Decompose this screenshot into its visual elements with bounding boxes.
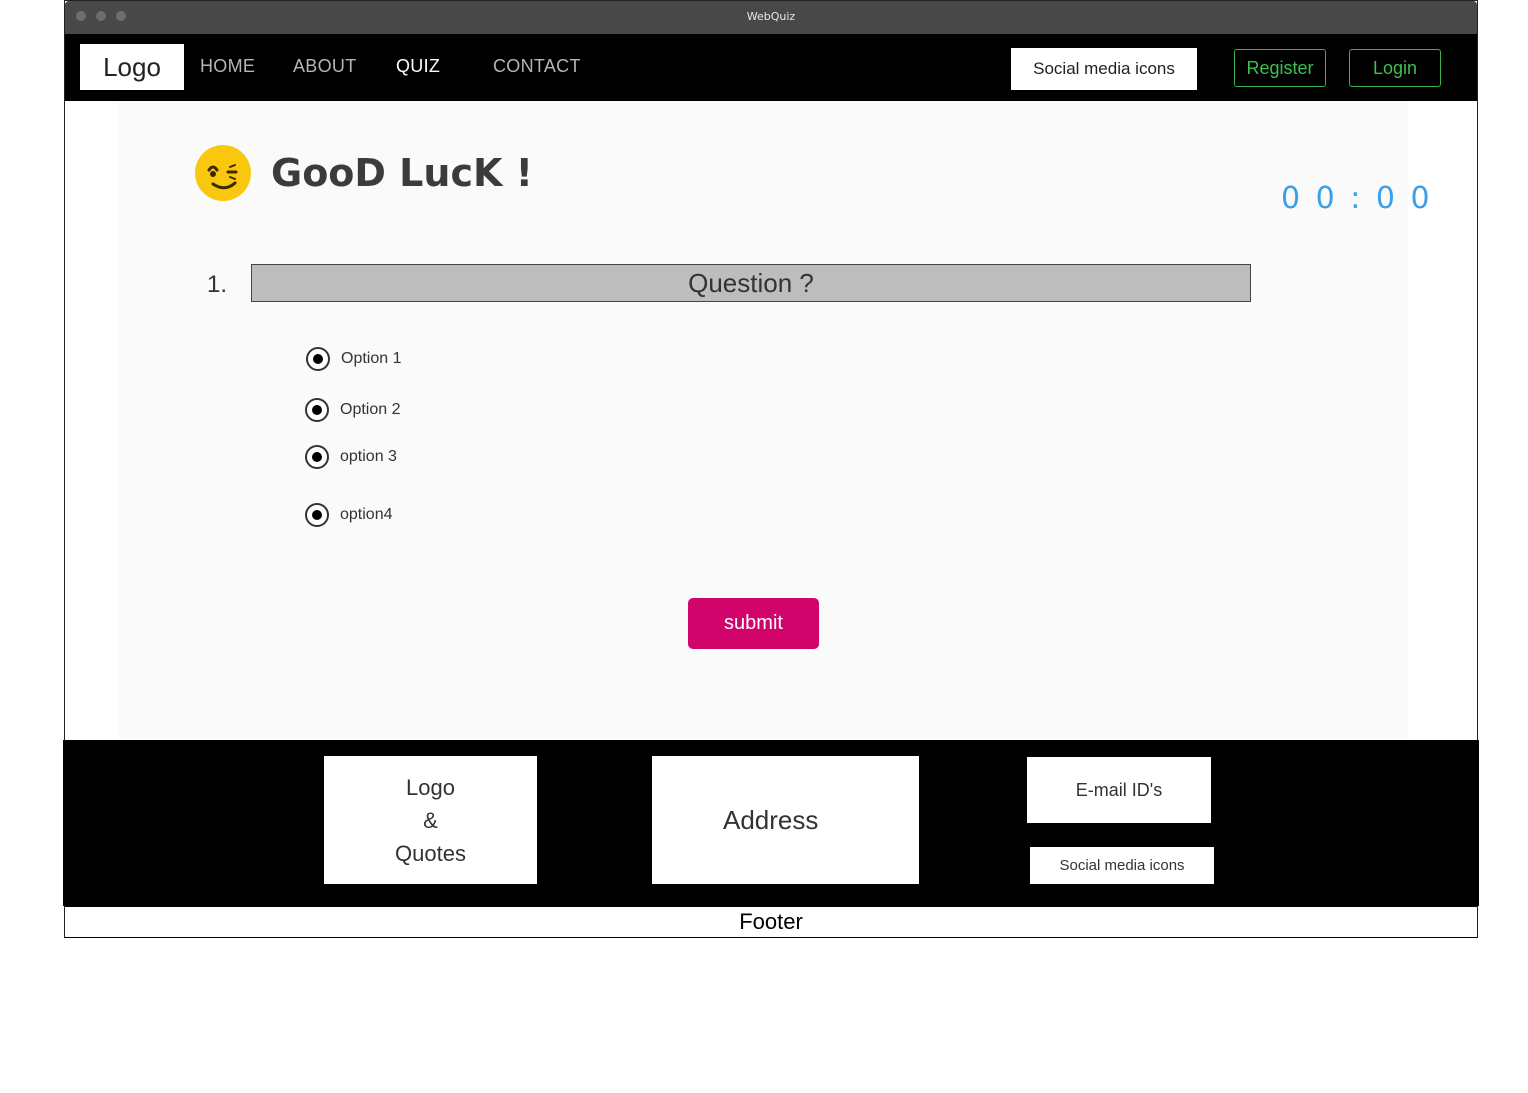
option-label: Option 2 bbox=[340, 401, 401, 418]
title-bar: WebQuiz bbox=[65, 1, 1477, 34]
option-label: option 3 bbox=[340, 448, 397, 465]
option-label: Option 1 bbox=[341, 350, 402, 367]
social-media-icons-header[interactable]: Social media icons bbox=[1011, 48, 1197, 90]
radio-button-icon[interactable] bbox=[305, 445, 329, 469]
footer-logo-text: Logo bbox=[406, 774, 455, 800]
radio-button-icon[interactable] bbox=[305, 503, 329, 527]
radio-button-icon[interactable] bbox=[306, 347, 330, 371]
login-button[interactable]: Login bbox=[1349, 49, 1441, 87]
quiz-timer: 0 0 : 0 0 bbox=[1281, 181, 1433, 216]
nav-link-contact[interactable]: CONTACT bbox=[493, 56, 581, 77]
option-label: option4 bbox=[340, 506, 393, 523]
footer-social-media-icons[interactable]: Social media icons bbox=[1030, 847, 1214, 884]
question-number: 1. bbox=[207, 271, 228, 298]
nav-logo[interactable]: Logo bbox=[80, 44, 184, 90]
footer-logo-quotes: Logo & Quotes bbox=[324, 756, 537, 884]
nav-link-quiz[interactable]: QUIZ bbox=[396, 56, 440, 77]
nav-link-home[interactable]: HOME bbox=[200, 56, 255, 77]
option-1[interactable]: Option 1 bbox=[306, 347, 401, 371]
radio-button-icon[interactable] bbox=[305, 398, 329, 422]
navbar: Logo HOME ABOUT QUIZ CONTACT Social medi… bbox=[65, 34, 1477, 101]
option-2[interactable]: Option 2 bbox=[305, 398, 400, 422]
footer-quotes-text: Quotes bbox=[395, 840, 466, 866]
footer-label: Footer bbox=[65, 906, 1477, 938]
footer-emails: E-mail ID's bbox=[1027, 757, 1211, 823]
nav-link-about[interactable]: ABOUT bbox=[293, 56, 357, 77]
submit-button[interactable]: submit bbox=[688, 598, 819, 649]
register-button[interactable]: Register bbox=[1234, 49, 1326, 87]
footer-address: Address bbox=[652, 756, 919, 884]
question-text: Question ? bbox=[251, 264, 1251, 302]
footer-ampersand: & bbox=[423, 807, 438, 833]
option-3[interactable]: option 3 bbox=[305, 445, 397, 469]
option-4[interactable]: option4 bbox=[305, 503, 393, 527]
winking-face-icon bbox=[195, 145, 251, 201]
good-luck-heading: GooD LucK ! bbox=[271, 151, 533, 195]
footer: Logo & Quotes Address E-mail ID's Social… bbox=[63, 740, 1479, 906]
browser-window: WebQuiz Logo HOME ABOUT QUIZ CONTACT Soc… bbox=[63, 0, 1479, 938]
window-title: WebQuiz bbox=[746, 10, 796, 23]
